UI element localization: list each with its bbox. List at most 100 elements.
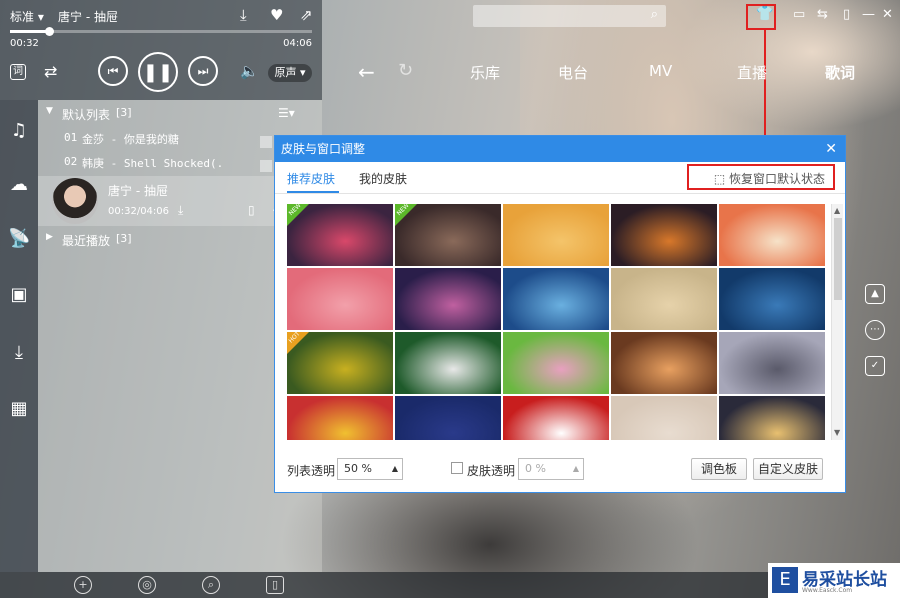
nav-lyrics[interactable]: 歌词 (825, 62, 855, 83)
stepper-up-icon[interactable]: ▲ (392, 459, 398, 479)
skin-thumbnail[interactable] (611, 268, 717, 330)
video-icon[interactable]: ▣ (8, 284, 30, 306)
share-icon[interactable]: ⇗ (300, 6, 313, 24)
add-icon[interactable]: + (74, 576, 92, 594)
tab-recommended[interactable]: 推荐皮肤 (287, 170, 335, 187)
progress-fill (10, 30, 50, 33)
active-tab-indicator (287, 191, 339, 193)
skin-thumbnail[interactable]: NEW (395, 204, 501, 266)
bottom-bar: + ◎ ⌕ ▯ (0, 572, 900, 598)
item-title: 韩庚 - Shell Shocked(. (82, 157, 224, 170)
previous-button[interactable]: ⏮ (98, 56, 128, 86)
annotation-arrow (764, 30, 766, 146)
collapse-icon[interactable]: ▼ (46, 106, 53, 116)
play-item-icon[interactable] (260, 136, 272, 148)
minimize-icon[interactable]: — (862, 7, 875, 22)
skin-thumbnail[interactable] (287, 396, 393, 440)
radio-icon[interactable]: 📡 (8, 228, 30, 250)
skin-thumbnail[interactable] (395, 396, 501, 440)
list-opacity-label: 列表透明 (287, 464, 336, 478)
nav-library[interactable]: 乐库 (470, 62, 500, 83)
nav-radio[interactable]: 电台 (558, 62, 588, 83)
dialog-footer: 列表透明 50 % ▲ 皮肤透明 0 % ▲ 调色板 自定义皮肤 (275, 454, 847, 486)
skin-thumbnail[interactable]: NEW (287, 204, 393, 266)
list-opacity-stepper[interactable]: 50 % ▲ (337, 458, 403, 480)
skin-thumbnail[interactable] (719, 396, 825, 440)
now-playing-title: 唐宁 - 抽屉 (58, 10, 118, 24)
site-watermark: E 易采站长站 Www.Easck.Com (768, 563, 900, 598)
apps-icon[interactable]: ▦ (8, 398, 30, 420)
desktop-lyric-icon[interactable]: ⇆ (817, 7, 828, 22)
skin-thumbnail[interactable] (611, 396, 717, 440)
more-options-icon[interactable]: ⋯ (865, 320, 885, 340)
scrollbar-thumb[interactable] (834, 218, 842, 300)
skin-thumbnail[interactable]: HOT (287, 330, 393, 394)
search-icon[interactable]: ⌕ (651, 7, 658, 22)
skin-thumbnail[interactable] (719, 268, 825, 330)
download-icon[interactable]: ⤓ (240, 6, 247, 24)
mobile-icon[interactable]: ▯ (266, 576, 284, 594)
scroll-down-icon[interactable]: ▼ (834, 428, 840, 437)
skin-opacity-value: 0 % (525, 462, 546, 475)
skin-thumbnail[interactable] (719, 332, 825, 394)
item-index: 01 (64, 131, 78, 144)
list-menu-icon[interactable]: ☰▾ (278, 106, 295, 120)
palette-button[interactable]: 调色板 (691, 458, 747, 480)
skin-thumbnail[interactable] (503, 204, 609, 266)
mode-selector[interactable]: 标准 ▾ (10, 8, 44, 25)
search-icon[interactable]: ⌕ (202, 576, 220, 594)
search-input[interactable]: ⌕ (473, 5, 666, 27)
progress-bar[interactable] (10, 27, 312, 36)
expand-icon[interactable]: ▶ (46, 232, 53, 242)
back-icon[interactable]: ← (358, 60, 375, 84)
mini-mode-icon[interactable]: ▭ (793, 7, 805, 22)
dialog-close-icon[interactable]: ✕ (825, 136, 837, 162)
nav-live[interactable]: 直播 (737, 62, 767, 83)
heart-icon[interactable]: ♥ (270, 6, 283, 24)
item-title: 金莎 - 你是我的糖 (82, 133, 179, 146)
play-item-icon[interactable] (260, 160, 272, 172)
next-button[interactable]: ⏭ (188, 56, 218, 86)
skin-opacity-label: 皮肤透明 (467, 464, 516, 478)
recent-list-label: 最近播放 (62, 234, 111, 248)
skin-thumbnail[interactable] (611, 204, 717, 266)
locate-icon[interactable]: ◎ (138, 576, 156, 594)
skin-thumbnail[interactable] (395, 268, 501, 330)
download-icon[interactable]: ⤓ (178, 203, 183, 218)
refresh-icon[interactable]: ↻ (398, 60, 413, 81)
progress-knob[interactable] (45, 27, 55, 36)
skin-thumbnail[interactable] (611, 332, 717, 394)
download-manager-icon[interactable]: ⤓ (8, 342, 30, 364)
music-icon[interactable]: ♫ (8, 120, 30, 142)
close-icon[interactable]: ✕ (882, 7, 893, 22)
cloud-icon[interactable]: ☁ (8, 174, 30, 196)
skin-thumbnail[interactable] (719, 204, 825, 266)
quality-selector[interactable]: 原声 ▾ (268, 64, 312, 82)
lyric-toggle-icon[interactable]: 词 (10, 64, 26, 80)
default-list-header[interactable]: ▼ 默认列表 [3] ☰▾ (38, 106, 322, 130)
skin-thumbnail[interactable] (503, 268, 609, 330)
skin-opacity-checkbox[interactable] (451, 462, 463, 474)
airplay-icon[interactable]: ▲ (865, 284, 885, 304)
custom-skin-button[interactable]: 自定义皮肤 (753, 458, 823, 480)
scrollbar[interactable]: ▲ ▼ (831, 204, 843, 440)
shuffle-icon[interactable]: ⇄ (44, 62, 57, 81)
item-index: 02 (64, 155, 78, 168)
scroll-up-icon[interactable]: ▲ (834, 206, 840, 215)
total-time: 04:06 (283, 38, 312, 49)
skin-opacity-stepper[interactable]: 0 % ▲ (518, 458, 584, 480)
stepper-up-icon[interactable]: ▲ (573, 459, 579, 479)
mobile-icon[interactable]: ▯ (248, 203, 255, 217)
tab-my-skins[interactable]: 我的皮肤 (359, 170, 407, 187)
pause-button[interactable]: ❚❚ (138, 52, 178, 92)
skin-thumbnail[interactable] (503, 332, 609, 394)
phone-icon[interactable]: ▯ (843, 7, 850, 22)
list-toggle-icon[interactable]: ✓ (865, 356, 885, 376)
skin-thumbnail[interactable] (287, 268, 393, 330)
volume-icon[interactable]: 🔈 (240, 62, 259, 80)
dialog-tabs: 推荐皮肤 我的皮肤 ⬚ 恢复窗口默认状态 (275, 162, 845, 194)
nav-mv[interactable]: MV (649, 62, 672, 80)
restore-highlight-box (687, 164, 835, 190)
skin-thumbnail[interactable] (503, 396, 609, 440)
skin-thumbnail[interactable] (395, 332, 501, 394)
